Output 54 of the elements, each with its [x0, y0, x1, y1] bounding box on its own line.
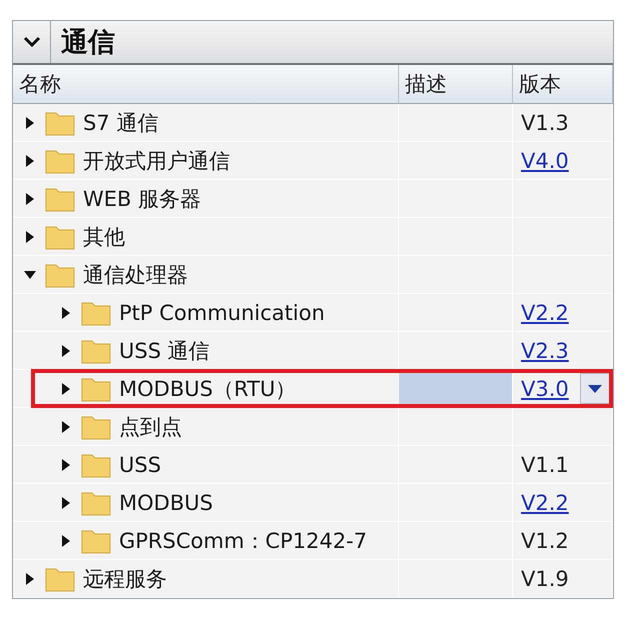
tree-item[interactable]: S7 通信	[13, 104, 399, 142]
folder-name: USS 通信	[119, 338, 210, 364]
folder-name: 其他	[83, 224, 125, 250]
tree-item[interactable]: MODBUS	[13, 484, 399, 522]
folder-icon	[81, 490, 111, 516]
chevron-down-icon	[22, 36, 40, 48]
column-header[interactable]: 名称	[13, 65, 399, 104]
folder-name: WEB 服务器	[83, 186, 202, 212]
folder-name: GPRSComm：CP1242-7	[119, 528, 367, 554]
version-link[interactable]: V3.0	[521, 376, 569, 400]
folder-icon	[45, 186, 75, 212]
folder-icon	[45, 566, 75, 592]
folder-name: USS	[119, 452, 162, 476]
folder-name: 通信处理器	[83, 262, 188, 288]
folder-icon	[81, 452, 111, 478]
tree-item[interactable]: 点到点	[13, 408, 399, 446]
folder-icon	[81, 338, 111, 364]
folder-name: MODBUS	[119, 490, 213, 514]
tree-item[interactable]: GPRSComm：CP1242-7	[13, 522, 399, 560]
column-header[interactable]: 版本	[513, 65, 613, 104]
tree-item[interactable]: 通信处理器	[13, 256, 399, 294]
tree-item[interactable]: 开放式用户通信	[13, 142, 399, 180]
dropdown-button[interactable]	[580, 373, 610, 404]
version-link[interactable]: V2.2	[521, 300, 569, 324]
folder-name: 点到点	[119, 414, 182, 440]
folder-icon	[45, 110, 75, 136]
column-header[interactable]: 描述	[399, 65, 513, 104]
folder-icon	[81, 414, 111, 440]
tree-item[interactable]: WEB 服务器	[13, 180, 399, 218]
tree-item[interactable]: 远程服务	[13, 560, 399, 598]
folder-name: S7 通信	[83, 110, 158, 136]
version-link[interactable]: V2.2	[521, 490, 569, 514]
folder-name: 开放式用户通信	[83, 148, 230, 174]
version-text: V1.9	[521, 566, 569, 590]
tree-item[interactable]: 其他	[13, 218, 399, 256]
folder-name: MODBUS（RTU）	[119, 376, 296, 402]
caret-down-icon	[588, 384, 602, 392]
version-link[interactable]: V4.0	[521, 148, 569, 172]
folder-icon	[81, 376, 111, 402]
folder-icon	[45, 262, 75, 288]
folder-icon	[45, 224, 75, 250]
folder-icon	[45, 148, 75, 174]
version-text: V1.2	[521, 528, 569, 552]
version-link[interactable]: V2.3	[521, 338, 569, 362]
folder-icon	[81, 300, 111, 326]
folder-icon	[81, 528, 111, 554]
version-text: V1.1	[521, 452, 569, 476]
tree-item[interactable]: PtP Communication	[13, 294, 399, 332]
version-text: V1.3	[521, 110, 569, 134]
tree-item[interactable]: USS 通信	[13, 332, 399, 370]
tree-item[interactable]: USS	[13, 446, 399, 484]
folder-name: 远程服务	[83, 566, 167, 592]
panel-title: 通信	[60, 26, 115, 60]
folder-name: PtP Communication	[119, 300, 325, 324]
